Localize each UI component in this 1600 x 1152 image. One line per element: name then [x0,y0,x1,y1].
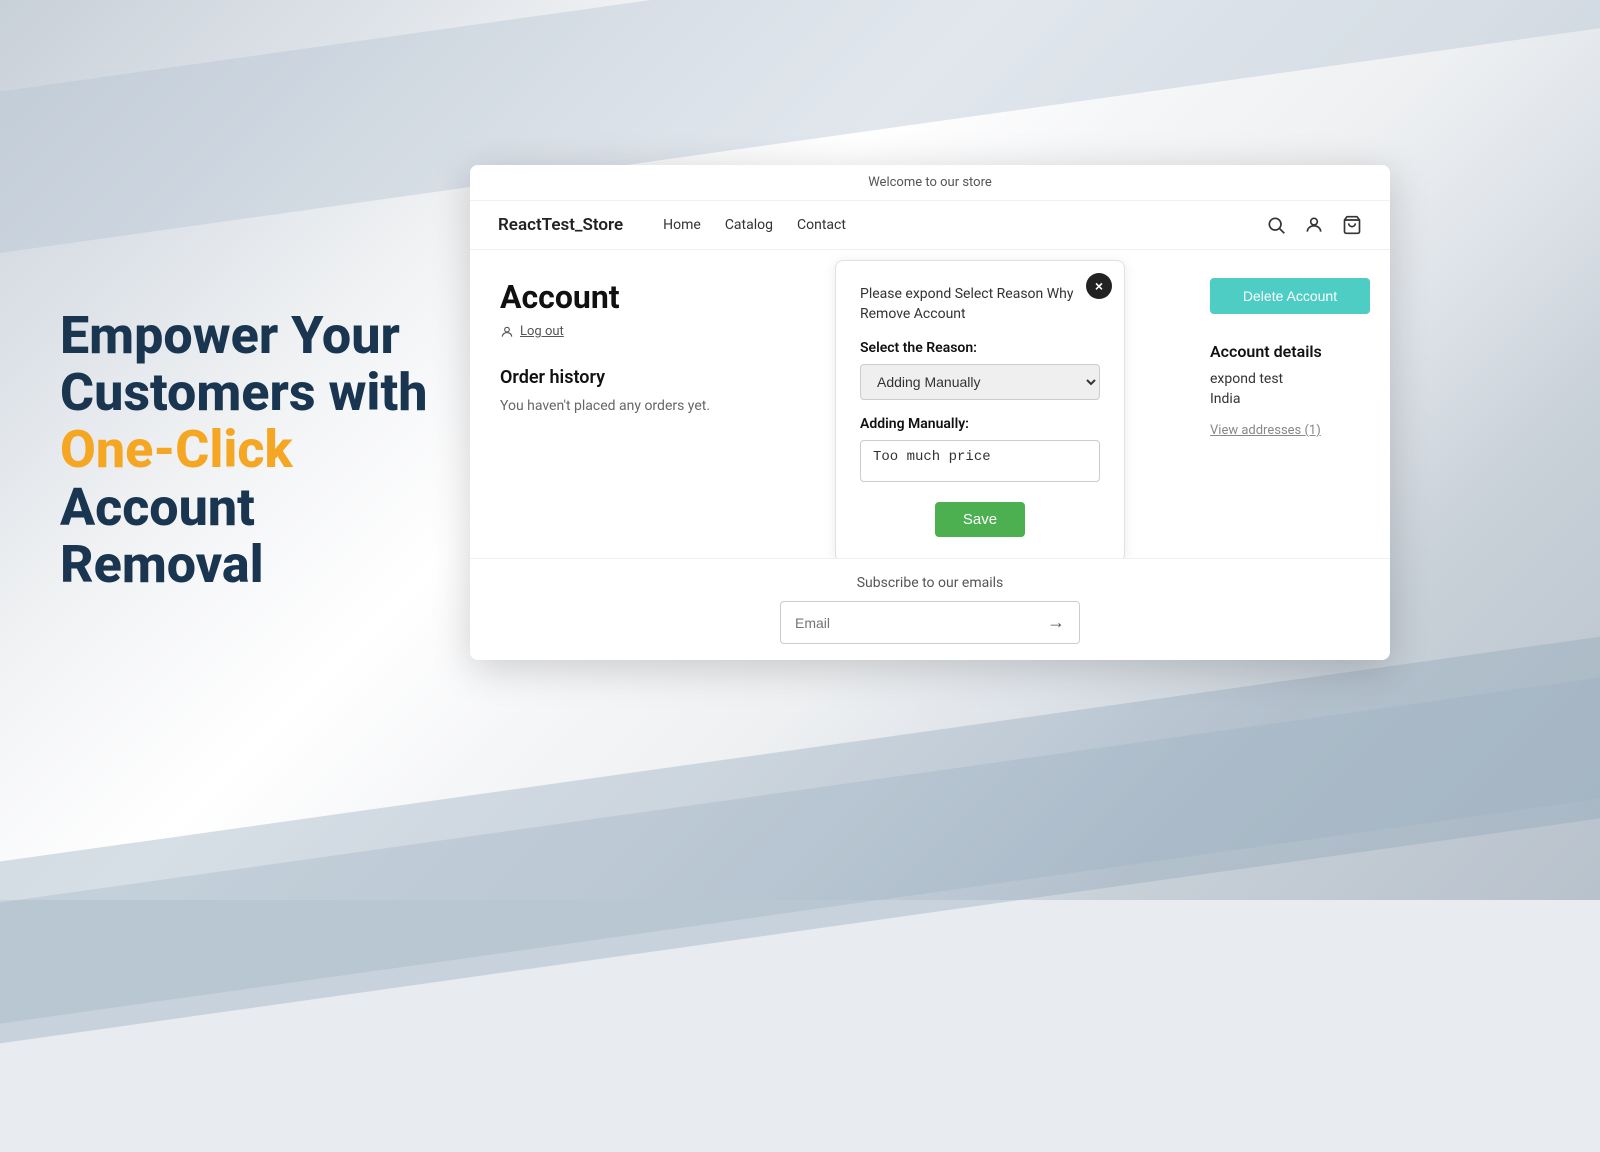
marketing-line5: Removal [60,534,264,595]
modal-close-button[interactable]: × [1086,273,1112,299]
nav-icons [1266,215,1362,235]
nav-links: Home Catalog Contact [663,217,1266,233]
reason-textarea[interactable]: Too much price [860,440,1100,482]
logout-link[interactable]: Log out [500,324,740,339]
marketing-title: Empower Your Customers with One-Click Ac… [60,307,427,593]
store-logo: ReactTest_Store [498,215,623,235]
reason-select[interactable]: Adding Manually Too Expensive Bad Experi… [860,364,1100,400]
order-history-title: Order history [500,367,740,388]
store-body: Account Log out Order history You haven'… [470,250,1390,558]
marketing-line2: Customers with [60,362,427,423]
email-submit-button[interactable]: → [1033,602,1079,643]
nav-link-home[interactable]: Home [663,217,701,233]
store-window: Welcome to our store ReactTest_Store Hom… [470,165,1390,660]
subscribe-title: Subscribe to our emails [857,575,1004,591]
email-input[interactable] [781,605,1033,641]
nav-link-contact[interactable]: Contact [797,217,846,233]
marketing-line3: One-Click [60,419,293,480]
store-nav: ReactTest_Store Home Catalog Contact [470,201,1390,250]
welcome-text: Welcome to our store [868,175,992,190]
account-column: Account Log out Order history You haven'… [470,250,770,558]
select-reason-label: Select the Reason: [860,340,1100,356]
store-footer: Subscribe to our emails → [470,558,1390,660]
logout-label: Log out [520,324,564,339]
account-details-column: Delete Account Account details expond te… [1190,250,1390,558]
account-name: expond test [1210,371,1370,387]
account-title: Account [500,278,740,316]
marketing-line4: Account [60,477,255,538]
account-country: India [1210,391,1370,407]
modal-title: Please expond Select Reason Why Remove A… [860,285,1100,324]
textarea-label: Adding Manually: [860,416,1100,432]
store-topbar: Welcome to our store [470,165,1390,201]
view-addresses-link[interactable]: View addresses (1) [1210,423,1321,438]
marketing-line1: Empower Your [60,305,400,366]
nav-link-catalog[interactable]: Catalog [725,217,773,233]
no-orders-text: You haven't placed any orders yet. [500,398,740,414]
delete-account-button[interactable]: Delete Account [1210,278,1370,314]
marketing-section: Empower Your Customers with One-Click Ac… [60,307,427,593]
cart-icon[interactable] [1342,215,1362,235]
search-icon[interactable] [1266,215,1286,235]
reason-modal: × Please expond Select Reason Why Remove… [835,260,1125,558]
account-icon[interactable] [1304,215,1324,235]
modal-area: × Please expond Select Reason Why Remove… [770,250,1190,558]
save-button[interactable]: Save [935,502,1025,537]
email-form: → [780,601,1080,644]
account-details-title: Account details [1210,342,1370,361]
person-icon [500,325,514,339]
